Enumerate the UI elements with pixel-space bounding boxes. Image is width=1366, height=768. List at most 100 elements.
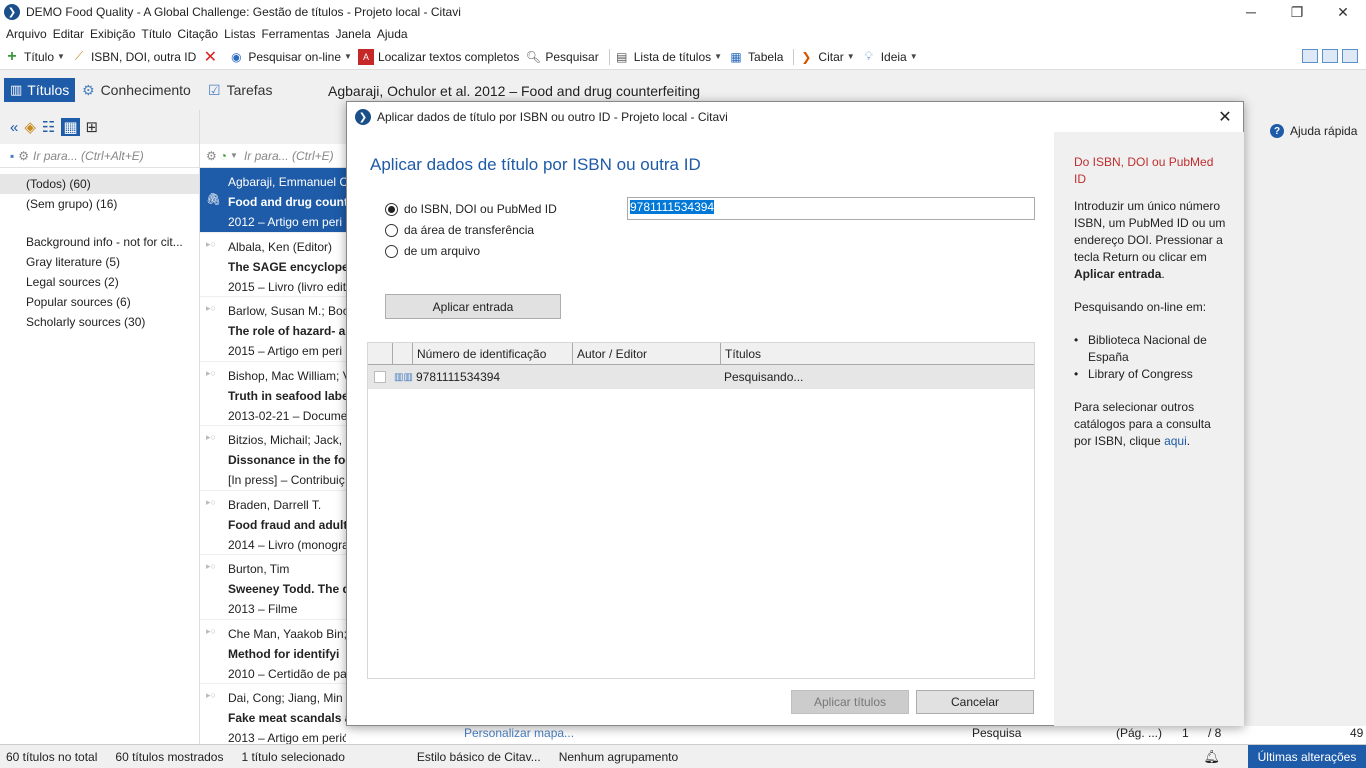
close-icon[interactable]: ✕ (1320, 0, 1366, 24)
tab-conhecimento[interactable]: ⚙ Conhecimento (76, 78, 197, 102)
option-clipboard-radio[interactable]: da área de transferência (385, 223, 534, 237)
category-legal-sources[interactable]: Legal sources (2) (0, 272, 199, 292)
menu-citacao[interactable]: Citação (177, 27, 218, 41)
settings-icon[interactable]: ⚙ (206, 149, 217, 163)
list-item[interactable]: 🖇︎ Agbaraji, Emmanuel C Food and drug co… (200, 168, 346, 233)
menu-ferramentas[interactable]: Ferramentas (261, 27, 329, 41)
window-title: DEMO Food Quality - A Global Challenge: … (26, 5, 461, 19)
tab-titulos[interactable]: ▥ Títulos (4, 78, 76, 102)
entry-title: The role of hazard- a (228, 324, 346, 338)
list-item[interactable]: ▸○ Dai, Cong; Jiang, Min Fake meat scand… (200, 684, 346, 744)
layout-three-pane-icon[interactable] (1342, 49, 1358, 63)
identifier-value: 9781111534394 (630, 200, 715, 214)
restore-icon[interactable]: ❐ (1274, 0, 1320, 24)
option-clipboard-label: da área de transferência (404, 223, 535, 237)
column-titles-header[interactable]: Títulos (720, 343, 1034, 364)
layout-two-pane-icon[interactable] (1322, 49, 1338, 63)
list-item[interactable]: ▸○ Bitzios, Michail; Jack, L Dissonance … (200, 426, 346, 491)
title-search-field[interactable]: ⚙ ◔ ▼ Ir para... (Ctrl+E) (200, 144, 346, 168)
list-item[interactable]: ▸○ Braden, Darrell T. Food fraud and adu… (200, 491, 346, 555)
cite-label: Citar (818, 49, 844, 64)
page-number-field[interactable]: 1 (1182, 726, 1189, 740)
apply-titles-button[interactable]: Aplicar títulos (791, 690, 909, 714)
table-button[interactable]: ▦ Tabela (728, 49, 783, 65)
list-item[interactable]: ▸○ Burton, Tim Sweeney Todd. The d 2013 … (200, 555, 346, 620)
bell-icon[interactable]: 🔔︎ (1203, 749, 1220, 765)
category-search-field[interactable]: ▪ ⚙ Ir para... (Ctrl+Alt+E) (0, 144, 199, 168)
add-title-button[interactable]: + Título ▼ (4, 48, 65, 65)
option-isbn-radio[interactable]: do ISBN, DOI ou PubMed ID (385, 202, 557, 216)
title-list-button[interactable]: ▤ Lista de títulos ▼ (614, 49, 722, 65)
table-icon: ▦ (730, 49, 742, 64)
grid-icon[interactable]: ▦ (61, 118, 80, 136)
tag-icon[interactable]: ◈ (24, 118, 36, 136)
idea-label: Ideia (880, 49, 907, 64)
menu-editar[interactable]: Editar (53, 27, 84, 41)
page-indicator-label: (Pág. ...) (1116, 726, 1163, 740)
status-total: 60 títulos no total (6, 749, 98, 764)
category-scholarly-sources[interactable]: Scholarly sources (30) (0, 312, 199, 332)
title-list-toolbar (200, 110, 346, 144)
here-link[interactable]: aqui (1164, 434, 1187, 448)
group-no-group[interactable]: (Sem grupo) (16) (0, 194, 199, 214)
expand-icon[interactable]: ⊞ (86, 118, 99, 136)
help-intro-end: . (1161, 267, 1165, 281)
menu-arquivo[interactable]: Arquivo (6, 27, 47, 41)
help-search-label: Pesquisando on-line em: (1074, 300, 1207, 314)
toolbar: + Título ▼ ⟋ ISBN, DOI, outra ID ✕ ◉ Pes… (0, 44, 1366, 70)
recent-changes-button[interactable]: Últimas alterações (1248, 745, 1366, 768)
list-item[interactable]: ▸○ Barlow, Susan M.; Boo The role of haz… (200, 297, 346, 362)
menu-titulo[interactable]: Título (141, 27, 171, 41)
category-tree-icon[interactable]: ☷ (42, 118, 55, 136)
chevron-down-icon[interactable]: ▼ (230, 151, 238, 160)
entry-title: Food and drug count (228, 195, 346, 209)
entry-title: Truth in seafood labe (228, 388, 346, 403)
idea-button[interactable]: 💡︎ Ideia ▼ (861, 49, 917, 65)
minimize-icon[interactable]: ─ (1228, 0, 1274, 24)
quick-help-link[interactable]: ? Ajuda rápida (1270, 124, 1357, 138)
tab-tarefas[interactable]: ☑ Tarefas (202, 78, 278, 102)
menu-janela[interactable]: Janela (336, 27, 371, 41)
lightbulb-icon: 💡︎ (864, 49, 873, 63)
results-table: Número de identificação Autor / Editor T… (367, 342, 1035, 679)
identifier-input[interactable]: 9781111534394 (627, 197, 1035, 220)
help-intro-bold: Aplicar entrada (1074, 267, 1162, 281)
preview-search-label[interactable]: Pesquisa (972, 726, 1021, 740)
search-online-button[interactable]: ◉ Pesquisar on-line ▼ (228, 49, 352, 65)
category-filter-icon[interactable]: ▪ (10, 149, 14, 163)
category-popular-sources[interactable]: Popular sources (6) (0, 292, 199, 312)
settings-icon[interactable]: ⚙ (18, 149, 29, 163)
find-fulltext-button[interactable]: A Localizar textos completos (357, 48, 519, 65)
select-column-header (368, 343, 392, 364)
category-gray-literature[interactable]: Gray literature (5) (0, 252, 199, 272)
column-id-header[interactable]: Número de identificação (412, 343, 572, 364)
status-style[interactable]: Estilo básico de Citav... (417, 750, 541, 764)
cite-button[interactable]: ❯ Citar ▼ (798, 49, 854, 65)
apply-entry-button[interactable]: Aplicar entrada (385, 294, 561, 319)
list-item[interactable]: ▸○ Albala, Ken (Editor) The SAGE encyclo… (200, 233, 346, 297)
isbn-button[interactable]: ⟋ ISBN, DOI, outra ID (71, 49, 197, 65)
menu-ajuda[interactable]: Ajuda (377, 27, 408, 41)
list-item[interactable]: ▸○ Bishop, Mac William; V Truth in seafo… (200, 362, 346, 426)
page-total-label: / 8 (1208, 726, 1222, 740)
column-author-header[interactable]: Autor / Editor (572, 343, 720, 364)
menu-listas[interactable]: Listas (224, 27, 255, 41)
history-icon[interactable]: ◔ (220, 149, 227, 163)
collapse-icon[interactable]: « (10, 119, 18, 136)
menu-exibicao[interactable]: Exibição (90, 27, 135, 41)
cancel-button[interactable]: Cancelar (916, 690, 1034, 714)
list-item[interactable]: ▸○ Che Man, Yaakob Bin; Method for ident… (200, 620, 346, 684)
delete-button[interactable]: ✕ (202, 49, 222, 66)
category-background-info[interactable]: Background info - not for cit... (0, 232, 199, 252)
group-all[interactable]: (Todos) (60) (0, 174, 199, 194)
customize-map-link[interactable]: Personalizar mapa... (464, 726, 574, 740)
option-file-radio[interactable]: de um arquivo (385, 244, 480, 258)
close-icon[interactable]: ✕ (1213, 106, 1237, 128)
status-bar: 60 títulos no total 60 títulos mostrados… (0, 744, 1366, 768)
table-row[interactable]: ▥▥ 9781111534394 Pesquisando... (368, 365, 1034, 389)
toolbar-divider (608, 48, 610, 65)
layout-one-pane-icon[interactable] (1302, 49, 1318, 63)
status-grouping[interactable]: Nenhum agrupamento (559, 750, 678, 764)
search-button[interactable]: 🔍︎ Pesquisar (525, 49, 599, 65)
row-checkbox[interactable] (374, 371, 386, 383)
